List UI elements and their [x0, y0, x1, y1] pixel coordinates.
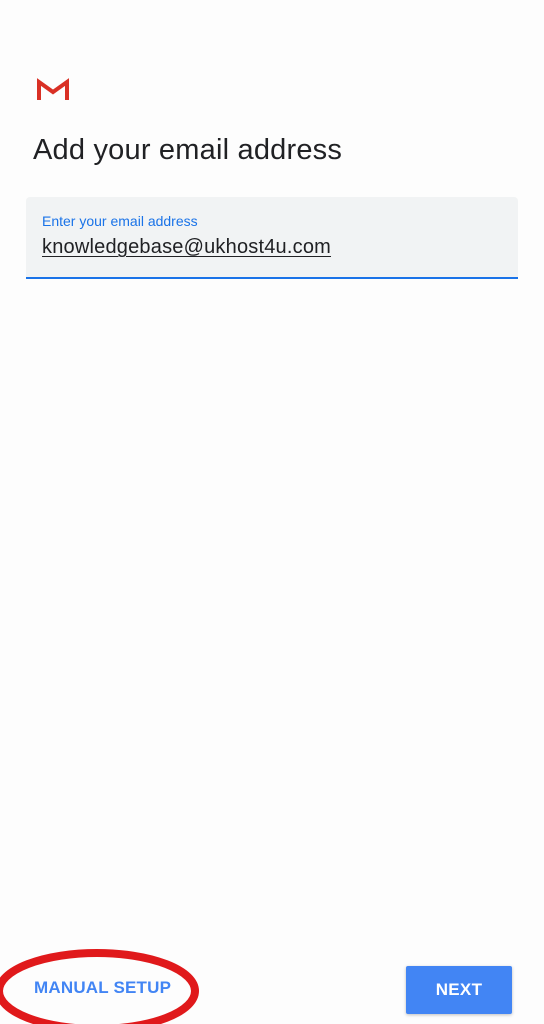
email-field-label: Enter your email address [42, 213, 198, 229]
add-email-screen: Add your email address Enter your email … [0, 0, 544, 1024]
gmail-logo-icon [37, 78, 69, 100]
manual-setup-button[interactable]: MANUAL SETUP [34, 978, 171, 998]
email-field-underline [26, 277, 518, 279]
page-title: Add your email address [33, 134, 343, 166]
email-field[interactable]: Enter your email address knowledgebase@u… [26, 197, 518, 279]
email-input[interactable]: knowledgebase@ukhost4u.com [42, 236, 331, 259]
next-button[interactable]: NEXT [406, 966, 512, 1014]
